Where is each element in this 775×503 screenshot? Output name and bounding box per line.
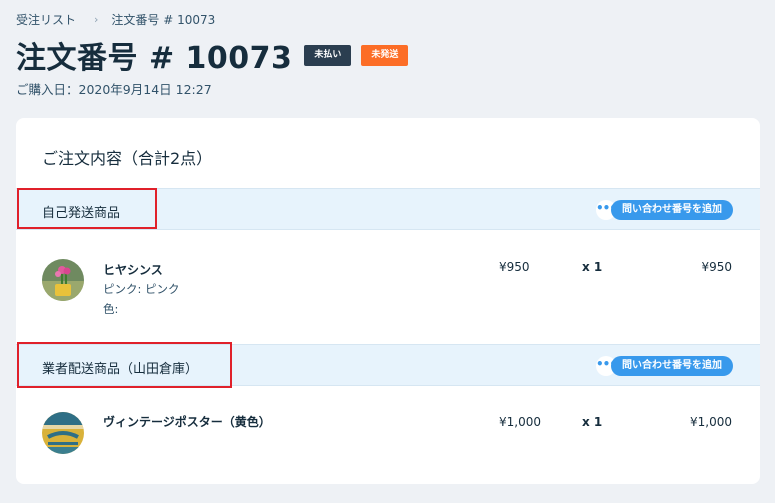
poster-image [42,412,84,454]
breadcrumb-current: 注文番号 # 10073 [111,13,216,27]
highlight-box-self-shipping [17,188,157,229]
page-title: 注文番号 # 10073 [16,41,293,76]
chevron-right-icon: › [94,13,99,26]
item-price: ¥1,000 [499,415,541,429]
order-contents-card: ご注文内容（合計2点） 自己発送商品 ••• 問い合わせ番号を追加 ヒヤシンス … [16,118,760,484]
page-header: 注文番号 # 10073 未払い 未発送 [16,36,409,76]
breadcrumb-order-list-link[interactable]: 受注リスト [16,11,76,28]
list-item: ヒヤシンス ピンク: ピンク 色: ¥950 x 1 ¥950 [16,230,760,344]
item-option: ピンク: ピンク [103,282,180,296]
product-thumbnail-hyacinth[interactable] [42,259,84,301]
card-title: ご注文内容（合計2点） [42,149,213,168]
item-total: ¥950 [701,260,732,274]
shipping-status-badge: 未発送 [361,44,409,66]
item-price: ¥950 [499,260,530,274]
list-item: ヴィンテージポスター（黄色） ¥1,000 x 1 ¥1,000 [16,386,760,484]
add-tracking-number-button[interactable]: 問い合わせ番号を追加 [611,200,733,220]
item-name[interactable]: ヴィンテージポスター（黄色） [103,413,271,430]
breadcrumb: 受注リスト › 注文番号 # 10073 [16,11,215,28]
payment-status-badge: 未払い [304,44,352,66]
highlight-box-vendor-shipping [17,342,232,388]
purchase-date: ご購入日：2020年9月14日 12:27 [16,82,212,97]
item-name[interactable]: ヒヤシンス [103,261,163,278]
hyacinth-image [42,259,84,301]
item-option-color: 色: [103,302,119,316]
item-quantity: x 1 [582,260,603,274]
add-tracking-number-button[interactable]: 問い合わせ番号を追加 [611,356,733,376]
product-thumbnail-poster[interactable] [42,412,84,454]
item-quantity: x 1 [582,415,603,429]
item-total: ¥1,000 [690,415,732,429]
